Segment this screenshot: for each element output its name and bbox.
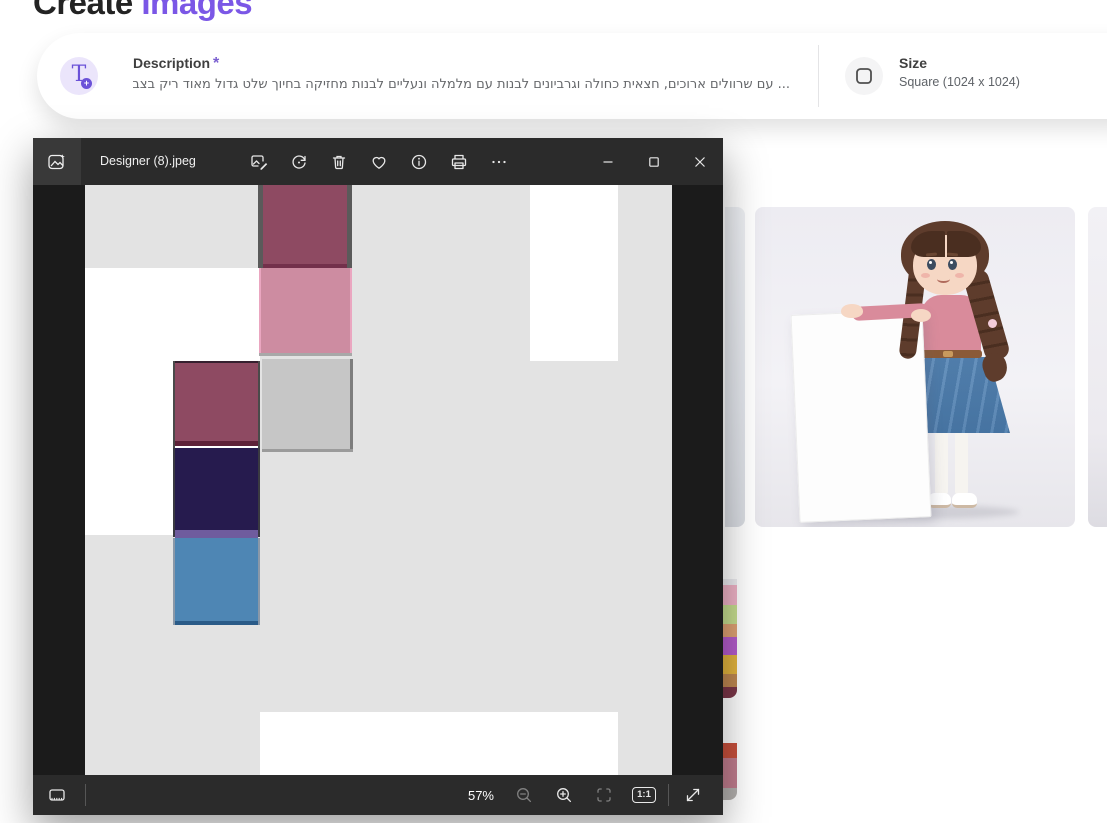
rotate-icon bbox=[289, 152, 309, 172]
see-more-button[interactable] bbox=[479, 138, 519, 185]
zoom-in-button[interactable] bbox=[544, 775, 584, 815]
maximize-icon bbox=[648, 156, 660, 168]
description-value[interactable]: ... עם שרוולים ארוכים, חצאית כחולה וגרבי… bbox=[133, 77, 790, 92]
palette-segment bbox=[723, 743, 737, 758]
window-title: Designer (8).jpeg bbox=[100, 138, 196, 185]
image-color-block bbox=[175, 538, 258, 621]
trash-icon bbox=[329, 152, 349, 172]
statusbar-divider-2 bbox=[668, 784, 669, 806]
heart-icon bbox=[369, 152, 389, 172]
delete-button[interactable] bbox=[319, 138, 359, 185]
thumbnail-partial-right[interactable] bbox=[1088, 207, 1107, 527]
thumbnail-partial-palette-2[interactable] bbox=[723, 743, 737, 800]
thumbnail-partial-palette[interactable] bbox=[723, 579, 737, 698]
required-asterisk: * bbox=[213, 55, 219, 72]
actual-size-icon: 1:1 bbox=[632, 787, 656, 803]
text-add-icon: + bbox=[81, 78, 92, 89]
minimize-button[interactable] bbox=[585, 138, 631, 185]
size-label: Size bbox=[899, 55, 1020, 71]
image-color-block bbox=[350, 359, 353, 449]
zoom-level: 57% bbox=[468, 788, 494, 803]
image-color-block bbox=[175, 448, 258, 530]
image-color-block bbox=[175, 363, 258, 441]
size-value: Square (1024 x 1024) bbox=[899, 75, 1020, 89]
palette-segment bbox=[723, 758, 737, 788]
fit-to-window-icon bbox=[594, 785, 614, 805]
image-color-block bbox=[347, 185, 352, 268]
image-color-block bbox=[262, 449, 353, 452]
image-color-block bbox=[263, 185, 347, 264]
image-color-block bbox=[175, 621, 258, 625]
fit-to-window-button[interactable] bbox=[584, 775, 624, 815]
statusbar: 57% 1:1 bbox=[33, 775, 723, 815]
palette-segment bbox=[723, 674, 737, 687]
palette-segment bbox=[723, 605, 737, 624]
page-title: Create Images bbox=[33, 0, 252, 22]
image-color-block bbox=[261, 268, 350, 353]
image-color-block bbox=[258, 361, 260, 448]
info-icon bbox=[409, 152, 429, 172]
statusbar-divider bbox=[85, 784, 86, 806]
palette-segment bbox=[723, 637, 737, 655]
print-icon bbox=[449, 152, 469, 172]
filmstrip-toggle-button[interactable] bbox=[37, 775, 77, 815]
square-shape-icon bbox=[855, 67, 873, 85]
image-color-block bbox=[350, 268, 352, 356]
description-icon: T + bbox=[60, 57, 98, 95]
page-title-accent: Images bbox=[141, 0, 252, 21]
rotate-button[interactable] bbox=[279, 138, 319, 185]
screen: Create Images T + Description* ... עם שר… bbox=[0, 0, 1107, 823]
zoom-out-button[interactable] bbox=[504, 775, 544, 815]
palette-segment bbox=[723, 624, 737, 637]
zoom-in-icon bbox=[554, 785, 574, 805]
zoom-out-icon bbox=[514, 785, 534, 805]
photos-app-icon bbox=[33, 138, 81, 185]
palette-segment bbox=[723, 585, 737, 605]
prompt-bar: T + Description* ... עם שרוולים ארוכים, … bbox=[37, 33, 1107, 119]
edit-image-icon bbox=[249, 152, 269, 172]
toolbar bbox=[239, 138, 519, 185]
image-color-block bbox=[262, 359, 350, 449]
image-color-block bbox=[530, 185, 618, 361]
image-color-block bbox=[259, 353, 352, 356]
image-color-block bbox=[175, 530, 258, 538]
size-icon bbox=[845, 57, 883, 95]
window-controls bbox=[585, 138, 723, 185]
actual-size-button[interactable]: 1:1 bbox=[624, 775, 664, 815]
photo-canvas[interactable] bbox=[85, 185, 672, 775]
palette-segment bbox=[723, 655, 737, 674]
edit-image-button[interactable] bbox=[239, 138, 279, 185]
favorite-button[interactable] bbox=[359, 138, 399, 185]
image-viewer bbox=[33, 185, 723, 775]
info-button[interactable] bbox=[399, 138, 439, 185]
photos-app-window: Designer (8).jpeg bbox=[33, 138, 723, 815]
image-color-block bbox=[258, 448, 260, 537]
palette-segment bbox=[723, 788, 737, 800]
close-icon bbox=[694, 156, 706, 168]
size-field[interactable]: Size Square (1024 x 1024) bbox=[899, 55, 1020, 89]
bar-divider bbox=[818, 45, 819, 107]
fullscreen-button[interactable] bbox=[673, 775, 713, 815]
generated-image-girl-card[interactable] bbox=[755, 207, 1075, 527]
maximize-button[interactable] bbox=[631, 138, 677, 185]
fullscreen-icon bbox=[683, 785, 703, 805]
description-label: Description bbox=[133, 55, 210, 71]
filmstrip-icon bbox=[47, 785, 67, 805]
print-button[interactable] bbox=[439, 138, 479, 185]
image-color-block bbox=[260, 712, 618, 775]
image-color-block bbox=[175, 441, 258, 446]
close-button[interactable] bbox=[677, 138, 723, 185]
minimize-icon bbox=[602, 156, 614, 168]
titlebar[interactable]: Designer (8).jpeg bbox=[33, 138, 723, 185]
description-field[interactable]: Description* ... עם שרוולים ארוכים, חצאי… bbox=[133, 55, 793, 92]
more-icon bbox=[489, 152, 509, 172]
image-color-block bbox=[258, 538, 260, 625]
thumbnail-partial-left[interactable] bbox=[725, 207, 745, 527]
palette-segment bbox=[723, 687, 737, 698]
